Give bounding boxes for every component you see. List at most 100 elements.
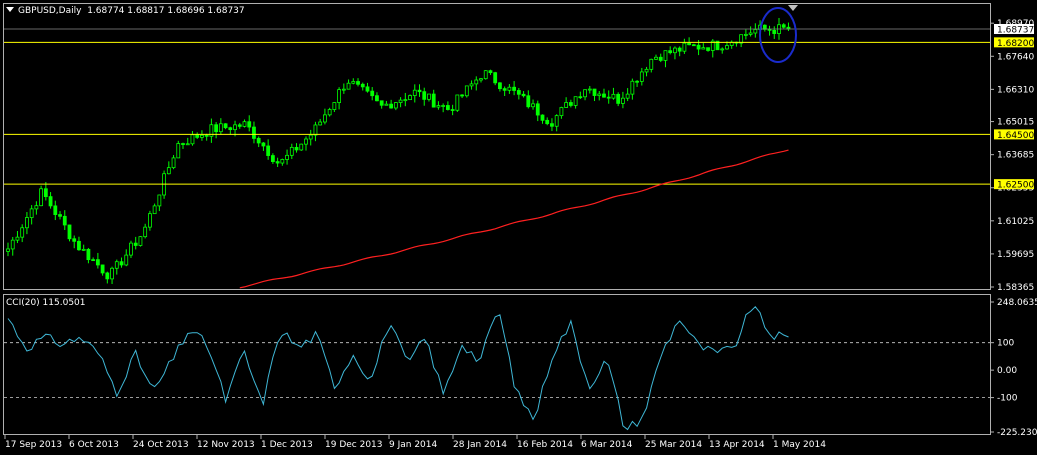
candle-body	[422, 91, 427, 100]
candle-body	[237, 124, 242, 127]
candle-body	[95, 259, 100, 266]
candle-body	[403, 99, 408, 102]
time-tick-label: 28 Jan 2014	[453, 440, 507, 450]
candle-body	[346, 82, 351, 90]
candle-body	[223, 123, 228, 129]
candle-body	[20, 227, 25, 238]
candle-body	[696, 44, 701, 50]
candle-body	[408, 95, 412, 101]
price-tick-label: 1.59695	[997, 250, 1034, 260]
candle-body	[29, 208, 34, 218]
candle-body	[753, 29, 758, 34]
candle-body	[270, 155, 275, 162]
candle-body	[445, 105, 450, 110]
candle-body	[152, 205, 157, 215]
candle-body	[10, 239, 15, 250]
chart-header: GBPUSD,Daily 1.68774 1.68817 1.68696 1.6…	[6, 6, 245, 16]
candle-body	[171, 157, 176, 169]
candle-body	[502, 88, 507, 91]
price-axis: 1.689701.676401.663101.650151.636851.623…	[990, 19, 1034, 293]
candle-body	[365, 86, 370, 92]
candle-body	[464, 85, 469, 97]
candle-body	[266, 145, 271, 156]
candle-body	[412, 89, 417, 96]
candle-body	[635, 80, 639, 83]
cci-tick-label: 248.0635	[997, 298, 1037, 308]
candle-body	[228, 127, 233, 131]
candle-body	[578, 96, 583, 99]
candle-body	[304, 138, 308, 145]
candle-body	[323, 114, 327, 123]
candle-body	[233, 124, 237, 131]
candle-body	[691, 44, 696, 47]
cci-tick-label: 0.00	[997, 366, 1017, 376]
candle-body	[299, 143, 304, 151]
candle-body	[639, 71, 644, 82]
candle-body	[77, 240, 81, 251]
candle-body	[483, 70, 488, 80]
candle-body	[110, 267, 114, 280]
candle-body	[668, 50, 673, 54]
candle-body	[521, 93, 526, 97]
candle-body	[772, 29, 777, 34]
candle-body	[375, 95, 379, 102]
time-tick-label: 13 Apr 2014	[709, 440, 765, 450]
candle-body	[554, 115, 559, 127]
candle-body	[195, 134, 200, 138]
candle-body	[332, 102, 337, 110]
candle-body	[39, 188, 44, 207]
candle-body	[218, 123, 223, 133]
dropdown-triangle-icon[interactable]	[6, 7, 14, 12]
candle-body	[252, 126, 256, 139]
candle-body	[176, 143, 181, 159]
candle-body	[100, 264, 105, 274]
time-tick-label: 6 Oct 2013	[69, 440, 119, 450]
price-tick-label: 1.67640	[997, 52, 1034, 62]
price-tick-label: 1.61025	[997, 217, 1034, 227]
candle-body	[469, 83, 474, 87]
candle-body	[62, 215, 67, 226]
candle-body	[157, 194, 162, 207]
candle-body	[630, 80, 635, 95]
time-tick-label: 19 Dec 2013	[325, 440, 383, 450]
price-tag-label: 1.64500	[997, 131, 1034, 141]
symbol-label: GBPUSD,Daily	[18, 6, 82, 16]
cci-tick-label: 100	[997, 339, 1014, 349]
candle-body	[587, 88, 592, 91]
candle-body	[247, 121, 252, 128]
candle-body	[261, 142, 266, 147]
time-tick-label: 6 Mar 2014	[581, 440, 633, 450]
candle-body	[512, 86, 517, 91]
candle-body	[280, 159, 285, 164]
candle-body	[129, 242, 133, 256]
candle-body	[256, 138, 261, 144]
cci-tick-label: -100	[997, 394, 1018, 404]
candle-body	[526, 95, 531, 108]
candle-body	[360, 83, 365, 88]
candle-body	[493, 72, 498, 84]
time-tick-label: 1 May 2014	[773, 440, 826, 450]
candle-body	[540, 114, 545, 121]
price-chart[interactable]: 1.689701.676401.663101.650151.636851.623…	[0, 0, 1037, 455]
candle-body	[748, 32, 753, 35]
candle-body	[649, 58, 654, 70]
candle-body	[583, 89, 587, 98]
indicator-header: CCI(20) 115.0501	[6, 298, 86, 308]
candle-body	[379, 100, 384, 106]
candle-body	[682, 42, 687, 52]
candle-body	[441, 105, 446, 107]
candle-body	[308, 134, 313, 140]
candle-body	[34, 205, 39, 210]
candle-body	[72, 238, 77, 242]
candle-body	[398, 99, 403, 103]
candle-body	[185, 143, 190, 146]
candle-body	[625, 93, 630, 99]
candle-body	[592, 88, 597, 96]
candle-body	[673, 47, 677, 54]
time-tick-label: 9 Jan 2014	[389, 440, 437, 450]
candle-body	[616, 93, 621, 104]
candle-body	[597, 93, 602, 96]
candle-body	[436, 105, 441, 108]
candle-body	[351, 81, 356, 84]
candle-body	[181, 143, 185, 145]
